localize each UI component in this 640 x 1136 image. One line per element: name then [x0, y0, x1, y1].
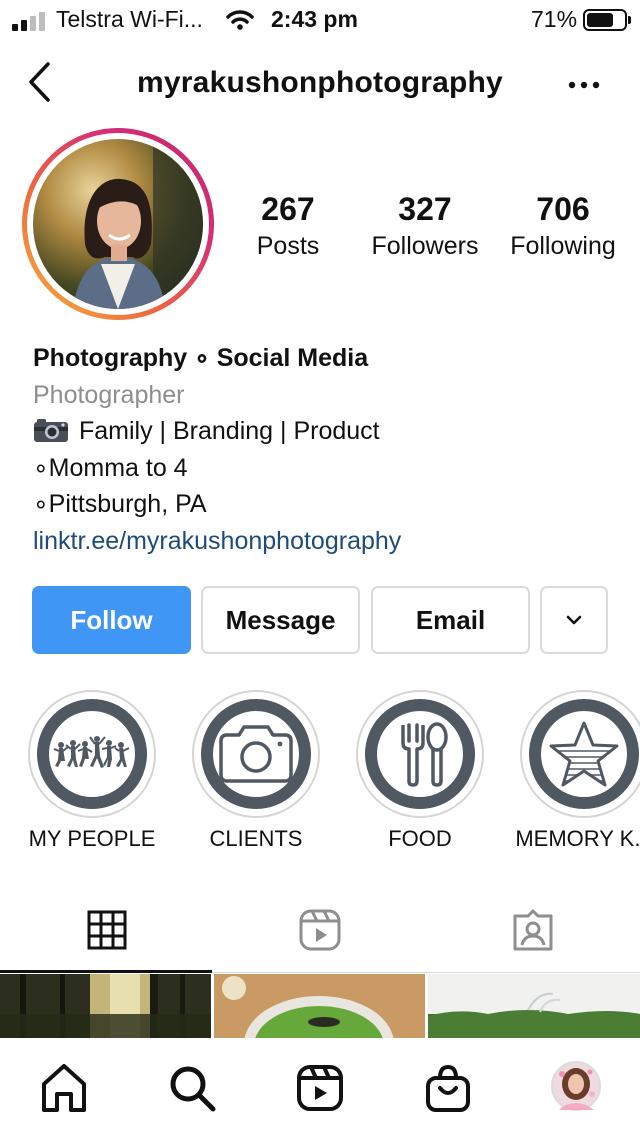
highlight-label: MY PEOPLE [28, 826, 156, 851]
tab-grid[interactable] [0, 906, 213, 966]
post-thumbnail[interactable] [428, 974, 640, 1038]
bottom-navigation [0, 1038, 640, 1136]
fork-spoon-icon [401, 722, 448, 787]
stat-posts[interactable]: 267 Posts [238, 190, 338, 264]
profile-bio: Photography ∘ Social Media Photographer … [33, 340, 623, 559]
following-count: 706 [536, 191, 590, 227]
highlight-label: FOOD [388, 826, 452, 851]
tab-reels[interactable] [213, 906, 426, 966]
message-button[interactable]: Message [201, 586, 360, 654]
carrier-label: Telstra Wi-Fi... [56, 6, 203, 32]
chevron-down-icon [566, 615, 582, 625]
display-name: Photography ∘ Social Media [33, 344, 369, 372]
post-thumbnail[interactable] [0, 974, 211, 1038]
status-bar: Telstra Wi-Fi... 2:43 pm 71% [0, 0, 640, 40]
posts-label: Posts [256, 232, 320, 260]
cellular-signal-icon [12, 11, 48, 31]
profile-avatar-story-ring[interactable] [22, 128, 214, 320]
search-icon[interactable] [164, 1060, 220, 1116]
follow-button[interactable]: Follow [32, 586, 191, 654]
suggested-accounts-button[interactable] [540, 586, 608, 654]
highlight-memory[interactable]: MEMORY K... [515, 690, 640, 851]
bio-line-location: ∘Pittsburgh, PA [33, 490, 207, 518]
highlight-food[interactable]: FOOD [356, 690, 484, 851]
reels-icon[interactable] [292, 1060, 348, 1116]
highlight-my-people[interactable]: MY PEOPLE [28, 690, 156, 851]
dancing-people-icon [53, 736, 130, 768]
email-button[interactable]: Email [371, 586, 530, 654]
bio-services-text: Family | Branding | Product [79, 417, 380, 445]
profile-avatar-photo [33, 139, 203, 309]
more-options-icon[interactable] [562, 70, 606, 100]
battery-icon [583, 9, 627, 31]
battery-cap [628, 16, 631, 24]
battery-percent: 71% [531, 6, 578, 32]
reels-icon [299, 909, 340, 951]
following-label: Following [510, 232, 616, 260]
highlight-label: MEMORY K... [515, 826, 640, 851]
posts-count: 267 [261, 191, 315, 227]
home-icon[interactable] [36, 1060, 92, 1116]
tagged-user-icon [513, 909, 552, 951]
camera-emoji-icon [34, 419, 68, 442]
bio-line-services: Family | Branding | Product [33, 413, 623, 450]
category-label: Photographer [33, 380, 185, 409]
bio-line-momma: ∘Momma to 4 [33, 453, 188, 482]
highlight-clients[interactable]: CLIENTS [192, 690, 320, 851]
camera-icon [219, 725, 293, 783]
grid-icon [87, 910, 126, 950]
wifi-icon [226, 10, 254, 30]
followers-label: Followers [371, 232, 479, 260]
followers-count: 327 [398, 191, 452, 227]
stat-following[interactable]: 706 Following [498, 190, 628, 264]
active-tab-indicator [0, 970, 212, 973]
shop-icon[interactable] [420, 1060, 476, 1116]
star-icon [549, 721, 619, 787]
bio-link[interactable]: linktr.ee/myrakushonphotography [33, 523, 623, 560]
tab-tagged[interactable] [426, 906, 639, 966]
post-thumbnail[interactable] [214, 974, 425, 1038]
stat-followers[interactable]: 327 Followers [360, 190, 490, 264]
highlight-label: CLIENTS [209, 826, 303, 851]
profile-username: myrakushonphotography [137, 66, 503, 99]
clock: 2:43 pm [271, 6, 358, 32]
profile-avatar[interactable] [550, 1060, 606, 1116]
